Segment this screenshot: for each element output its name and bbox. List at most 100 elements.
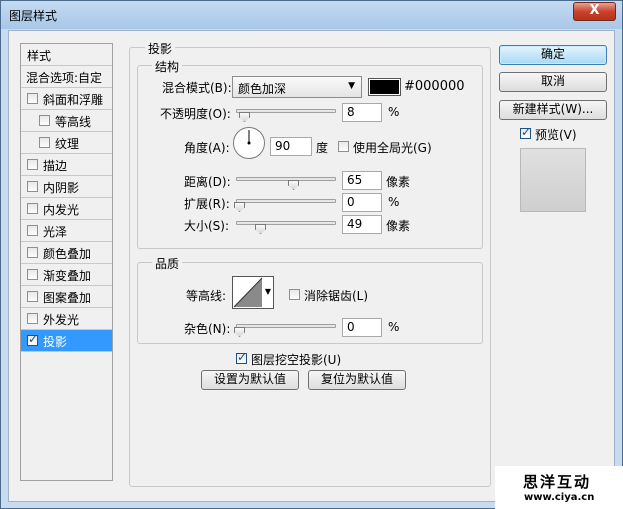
style-item-label: 图案叠加 xyxy=(43,291,92,305)
quality-title: 品质 xyxy=(152,255,183,272)
gradient-overlay-checkbox[interactable] xyxy=(27,269,38,280)
style-item-label: 内阴影 xyxy=(43,181,80,195)
size-slider-thumb[interactable] xyxy=(255,224,266,234)
style-item-label: 纹理 xyxy=(55,137,80,151)
contour-curve-icon xyxy=(233,277,263,308)
texture-checkbox[interactable] xyxy=(39,137,50,148)
title-bar: 图层样式 X xyxy=(1,1,622,29)
distance-unit: 像素 xyxy=(386,175,411,189)
dialog-body: 样式 混合选项:自定 斜面和浮雕 等高线 纹理 描边 内阴影 内发光 光泽 颜色… xyxy=(8,30,615,502)
watermark-url: www.ciya.cn xyxy=(524,492,595,503)
style-item-label: 光泽 xyxy=(43,225,68,239)
shadow-color-swatch[interactable] xyxy=(368,78,401,96)
window-title: 图层样式 xyxy=(9,9,58,23)
distance-label: 距离(D): xyxy=(184,175,231,189)
style-item-label: 颜色叠加 xyxy=(43,247,92,261)
layer-style-dialog: 图层样式 X 样式 混合选项:自定 斜面和浮雕 等高线 纹理 描边 内阴影 内发… xyxy=(0,0,623,509)
knockout-checkbox[interactable] xyxy=(236,350,247,364)
color-overlay-checkbox[interactable] xyxy=(27,247,38,258)
knockout-label: 图层挖空投影(U) xyxy=(251,353,342,367)
blend-options-item[interactable]: 混合选项:自定 xyxy=(21,66,112,88)
angle-dial-icon xyxy=(233,127,265,159)
preview-checkbox[interactable] xyxy=(520,125,531,139)
spread-slider-thumb[interactable] xyxy=(234,202,245,212)
stroke-checkbox[interactable] xyxy=(27,159,38,170)
style-item-label: 渐变叠加 xyxy=(43,269,92,283)
contour-checkbox[interactable] xyxy=(39,115,50,126)
size-unit: 像素 xyxy=(386,219,411,233)
size-label: 大小(S): xyxy=(184,219,230,233)
style-item-color-overlay[interactable]: 颜色叠加 xyxy=(21,242,112,264)
size-slider[interactable] xyxy=(236,221,336,225)
style-item-label: 内发光 xyxy=(43,203,80,217)
noise-input[interactable]: 0 xyxy=(342,318,382,337)
style-list-header-label: 样式 xyxy=(27,49,52,63)
angle-dial[interactable] xyxy=(232,126,266,160)
bevel-emboss-checkbox[interactable] xyxy=(27,93,38,104)
new-style-button[interactable]: 新建样式(W)... xyxy=(499,100,607,120)
angle-unit: 度 xyxy=(316,141,329,155)
angle-label: 角度(A): xyxy=(184,141,230,155)
style-item-texture[interactable]: 纹理 xyxy=(21,132,112,154)
blend-mode-label: 混合模式(B): xyxy=(162,81,232,95)
contour-label: 等高线: xyxy=(186,289,227,303)
anti-alias-label: 消除锯齿(L) xyxy=(304,289,369,303)
style-item-inner-glow[interactable]: 内发光 xyxy=(21,198,112,220)
distance-slider-thumb[interactable] xyxy=(288,180,299,190)
close-button[interactable]: X xyxy=(573,2,616,21)
cancel-button[interactable]: 取消 xyxy=(499,72,607,92)
noise-label: 杂色(N): xyxy=(184,322,231,336)
opacity-slider[interactable] xyxy=(236,109,336,113)
style-item-gradient-overlay[interactable]: 渐变叠加 xyxy=(21,264,112,286)
preview-label: 预览(V) xyxy=(535,128,577,142)
style-item-satin[interactable]: 光泽 xyxy=(21,220,112,242)
contour-picker[interactable]: ▼ xyxy=(232,276,274,309)
reset-default-button[interactable]: 复位为默认值 xyxy=(308,370,406,390)
inner-shadow-checkbox[interactable] xyxy=(27,181,38,192)
shadow-color-hex: #000000 xyxy=(404,79,465,94)
pattern-overlay-checkbox[interactable] xyxy=(27,291,38,302)
noise-slider[interactable] xyxy=(236,324,336,328)
dropdown-arrow-icon: ▼ xyxy=(348,81,355,91)
structure-group: 结构 混合模式(B): 颜色加深 ▼ #000000 不透明度(O): 8 % … xyxy=(137,58,483,249)
ok-button[interactable]: 确定 xyxy=(499,45,607,65)
style-item-stroke[interactable]: 描边 xyxy=(21,154,112,176)
drop-shadow-checkbox[interactable] xyxy=(27,332,38,346)
opacity-label: 不透明度(O): xyxy=(160,107,231,121)
noise-slider-thumb[interactable] xyxy=(234,327,245,337)
spread-input[interactable]: 0 xyxy=(342,193,382,212)
spread-slider[interactable] xyxy=(236,199,336,203)
global-light-label: 使用全局光(G) xyxy=(353,141,432,155)
style-item-bevel-emboss[interactable]: 斜面和浮雕 xyxy=(21,88,112,110)
distance-slider[interactable] xyxy=(236,177,336,181)
angle-input[interactable]: 90 xyxy=(270,137,312,156)
inner-glow-checkbox[interactable] xyxy=(27,203,38,214)
style-item-label: 投影 xyxy=(43,335,68,349)
style-item-contour[interactable]: 等高线 xyxy=(21,110,112,132)
size-input[interactable]: 49 xyxy=(342,215,382,234)
distance-input[interactable]: 65 xyxy=(342,171,382,190)
style-item-outer-glow[interactable]: 外发光 xyxy=(21,308,112,330)
anti-alias-checkbox[interactable] xyxy=(289,289,300,300)
noise-unit: % xyxy=(388,320,400,334)
style-item-pattern-overlay[interactable]: 图案叠加 xyxy=(21,286,112,308)
style-item-label: 外发光 xyxy=(43,313,80,327)
preview-thumbnail xyxy=(520,148,586,212)
opacity-input[interactable]: 8 xyxy=(342,103,382,122)
outer-glow-checkbox[interactable] xyxy=(27,313,38,324)
style-list: 样式 混合选项:自定 斜面和浮雕 等高线 纹理 描边 内阴影 内发光 光泽 颜色… xyxy=(20,43,113,481)
opacity-slider-thumb[interactable] xyxy=(239,112,250,122)
blend-mode-select[interactable]: 颜色加深 ▼ xyxy=(232,76,362,98)
satin-checkbox[interactable] xyxy=(27,225,38,236)
style-item-inner-shadow[interactable]: 内阴影 xyxy=(21,176,112,198)
contour-dropdown-icon[interactable]: ▼ xyxy=(265,287,271,296)
set-default-button[interactable]: 设置为默认值 xyxy=(201,370,299,390)
style-item-label: 斜面和浮雕 xyxy=(43,93,104,107)
drop-shadow-title: 投影 xyxy=(145,40,176,57)
opacity-unit: % xyxy=(388,105,400,119)
style-list-header[interactable]: 样式 xyxy=(21,44,112,66)
spread-unit: % xyxy=(388,195,400,209)
style-item-drop-shadow[interactable]: 投影 xyxy=(21,330,112,352)
global-light-checkbox[interactable] xyxy=(338,141,349,152)
watermark: 思洋互动 www.ciya.cn xyxy=(495,466,623,509)
